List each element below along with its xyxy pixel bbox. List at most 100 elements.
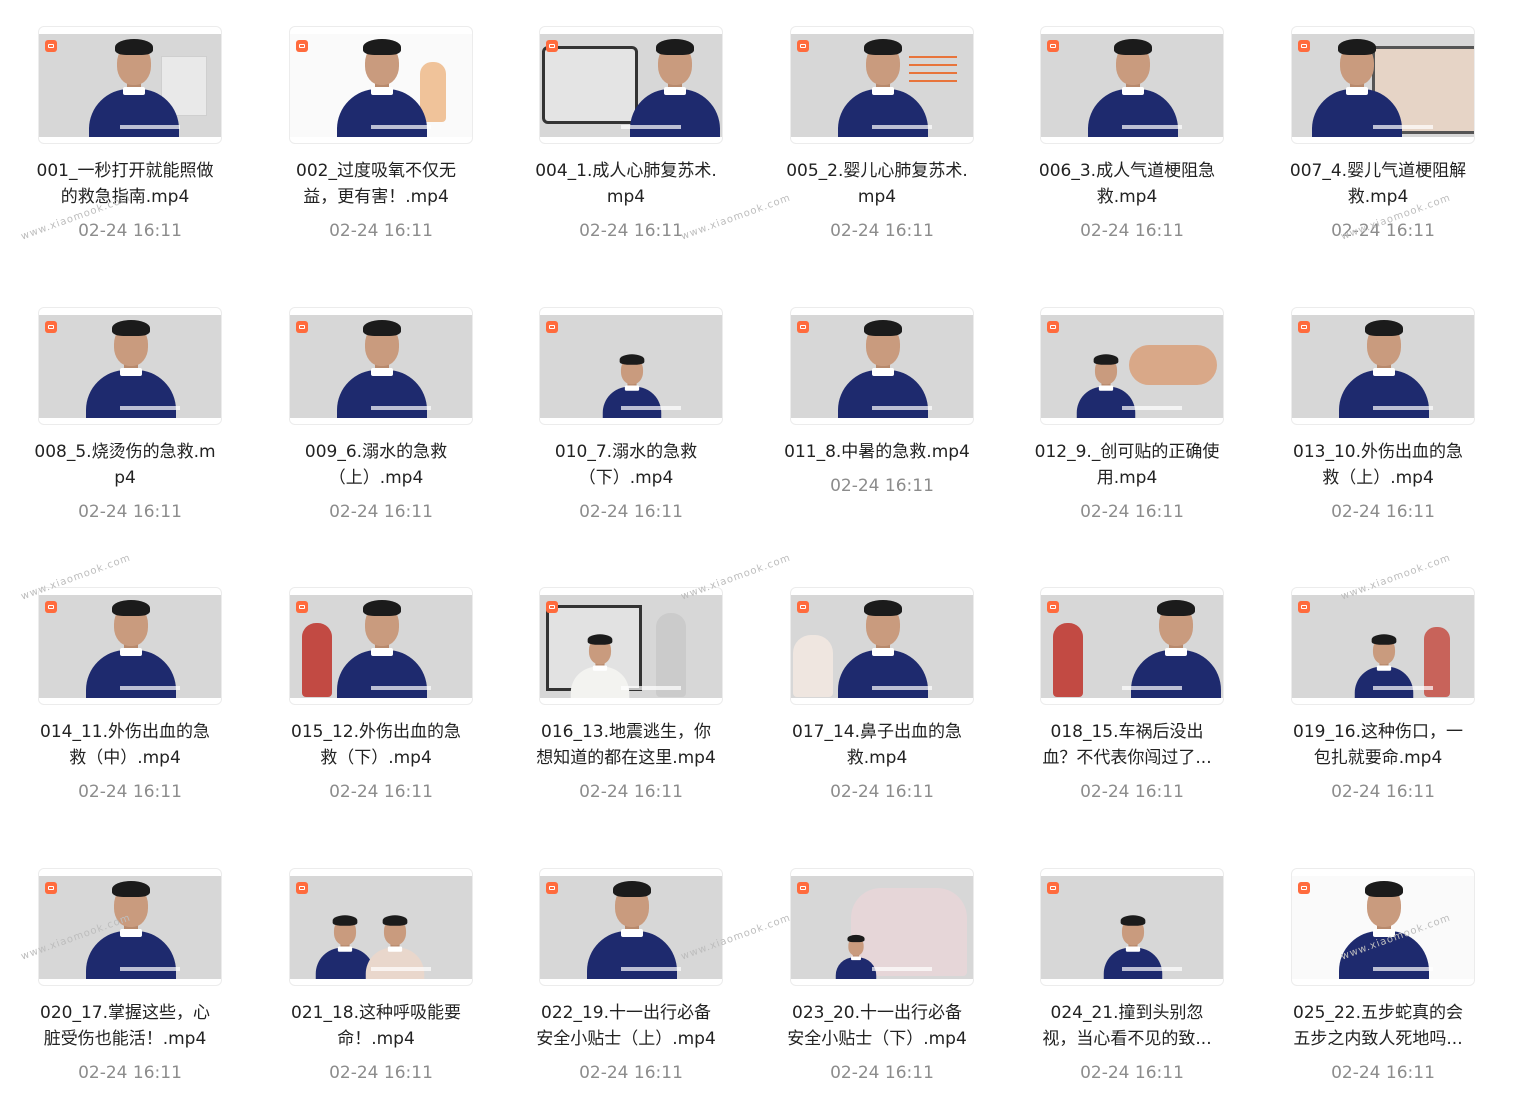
file-name[interactable]: 019_16.这种伤口，一 包扎就要命.mp4 xyxy=(1258,719,1498,771)
thumbnail-image xyxy=(791,315,973,418)
file-item[interactable]: 008_5.烧烫伤的急救.m p4 02-24 16:11 xyxy=(0,281,250,541)
subtitle-bar xyxy=(120,686,180,690)
video-file-icon xyxy=(296,321,308,333)
video-thumbnail[interactable] xyxy=(1291,868,1475,986)
file-date: 02-24 16:11 xyxy=(1080,1063,1184,1083)
thumbnail-image xyxy=(791,876,973,979)
thumbnail-image xyxy=(1041,595,1223,698)
subtitle-bar xyxy=(120,406,180,410)
file-name[interactable]: 009_6.溺水的急救 （上）.mp4 xyxy=(256,439,496,491)
video-thumbnail[interactable] xyxy=(539,307,723,425)
file-name[interactable]: 022_19.十一出行必备 安全小贴士（上）.mp4 xyxy=(506,1000,746,1052)
file-name[interactable]: 012_9._创可贴的正确使 用.mp4 xyxy=(1007,439,1247,491)
video-file-icon xyxy=(546,321,558,333)
file-item[interactable]: 009_6.溺水的急救 （上）.mp4 02-24 16:11 xyxy=(251,281,501,541)
video-thumbnail[interactable] xyxy=(289,307,473,425)
thumbnail-image xyxy=(791,595,973,698)
subtitle-bar xyxy=(1373,686,1433,690)
video-thumbnail[interactable] xyxy=(539,868,723,986)
video-file-icon xyxy=(1298,321,1310,333)
thumbnail-prop xyxy=(302,623,332,697)
file-item[interactable]: 019_16.这种伤口，一 包扎就要命.mp4 02-24 16:11 xyxy=(1253,561,1503,821)
subtitle-bar xyxy=(120,125,180,129)
file-name[interactable]: 024_21.撞到头别忽 视，当心看不见的致... xyxy=(1007,1000,1247,1052)
file-item[interactable]: 013_10.外伤出血的急 救（上）.mp4 02-24 16:11 xyxy=(1253,281,1503,541)
file-name[interactable]: 007_4.婴儿气道梗阻解 救.mp4 xyxy=(1258,158,1498,210)
video-thumbnail[interactable] xyxy=(790,587,974,705)
file-item[interactable]: 017_14.鼻子出血的急 救.mp4 02-24 16:11 xyxy=(752,561,1002,821)
video-thumbnail[interactable] xyxy=(38,587,222,705)
file-item[interactable]: 012_9._创可贴的正确使 用.mp4 02-24 16:11 xyxy=(1002,281,1252,541)
file-name[interactable]: 006_3.成人气道梗阻急 救.mp4 xyxy=(1007,158,1247,210)
file-name[interactable]: 004_1.成人心肺复苏术. mp4 xyxy=(506,158,746,210)
video-thumbnail[interactable] xyxy=(289,868,473,986)
file-name[interactable]: 014_11.外伤出血的急 救（中）.mp4 xyxy=(5,719,245,771)
video-thumbnail[interactable] xyxy=(38,868,222,986)
video-thumbnail[interactable] xyxy=(1291,307,1475,425)
file-item[interactable]: 014_11.外伤出血的急 救（中）.mp4 02-24 16:11 xyxy=(0,561,250,821)
video-thumbnail[interactable] xyxy=(1291,587,1475,705)
file-item[interactable]: 025_22.五步蛇真的会 五步之内致人死地吗... 02-24 16:11 xyxy=(1253,842,1503,1102)
video-thumbnail[interactable] xyxy=(539,587,723,705)
file-date: 02-24 16:11 xyxy=(579,1063,683,1083)
video-thumbnail[interactable] xyxy=(38,307,222,425)
file-date: 02-24 16:11 xyxy=(1331,1063,1435,1083)
video-thumbnail[interactable] xyxy=(289,26,473,144)
file-name[interactable]: 021_18.这种呼吸能要 命！.mp4 xyxy=(256,1000,496,1052)
file-name[interactable]: 005_2.婴儿心肺复苏术. mp4 xyxy=(757,158,997,210)
video-thumbnail[interactable] xyxy=(1040,26,1224,144)
thumbnail-prop xyxy=(793,635,833,697)
file-item[interactable]: 011_8.中暑的急救.mp4 02-24 16:11 xyxy=(752,281,1002,541)
video-file-icon xyxy=(797,882,809,894)
video-thumbnail[interactable] xyxy=(38,26,222,144)
video-thumbnail[interactable] xyxy=(1040,587,1224,705)
file-item[interactable]: 020_17.掌握这些，心 脏受伤也能活！.mp4 02-24 16:11 xyxy=(0,842,250,1102)
file-name[interactable]: 011_8.中暑的急救.mp4 xyxy=(757,439,997,465)
presenter-figure xyxy=(1339,318,1429,418)
subtitle-bar xyxy=(120,967,180,971)
file-date: 02-24 16:11 xyxy=(830,221,934,241)
file-item[interactable]: 016_13.地震逃生，你 想知道的都在这里.mp4 02-24 16:11 xyxy=(501,561,751,821)
file-name[interactable]: 010_7.溺水的急救 （下）.mp4 xyxy=(506,439,746,491)
file-name[interactable]: 020_17.掌握这些，心 脏受伤也能活！.mp4 xyxy=(5,1000,245,1052)
file-date: 02-24 16:11 xyxy=(329,502,433,522)
file-item[interactable]: 023_20.十一出行必备 安全小贴士（下）.mp4 02-24 16:11 xyxy=(752,842,1002,1102)
file-item[interactable]: 015_12.外伤出血的急 救（下）.mp4 02-24 16:11 xyxy=(251,561,501,821)
video-file-icon xyxy=(1047,882,1059,894)
file-item[interactable]: 021_18.这种呼吸能要 命！.mp4 02-24 16:11 xyxy=(251,842,501,1102)
video-thumbnail[interactable] xyxy=(1040,868,1224,986)
file-name[interactable]: 008_5.烧烫伤的急救.m p4 xyxy=(5,439,245,491)
presenter-figure xyxy=(337,37,427,137)
video-thumbnail[interactable] xyxy=(289,587,473,705)
video-thumbnail[interactable] xyxy=(1291,26,1475,144)
file-name[interactable]: 018_15.车祸后没出 血？不代表你闯过了... xyxy=(1007,719,1247,771)
file-date: 02-24 16:11 xyxy=(579,782,683,802)
file-name[interactable]: 016_13.地震逃生，你 想知道的都在这里.mp4 xyxy=(506,719,746,771)
file-date: 02-24 16:11 xyxy=(329,782,433,802)
file-item[interactable]: 010_7.溺水的急救 （下）.mp4 02-24 16:11 xyxy=(501,281,751,541)
file-date: 02-24 16:11 xyxy=(1331,502,1435,522)
thumbnail-image xyxy=(39,876,221,979)
subtitle-bar xyxy=(1122,967,1182,971)
file-item[interactable]: 018_15.车祸后没出 血？不代表你闯过了... 02-24 16:11 xyxy=(1002,561,1252,821)
file-name[interactable]: 025_22.五步蛇真的会 五步之内致人死地吗... xyxy=(1258,1000,1498,1052)
file-name[interactable]: 023_20.十一出行必备 安全小贴士（下）.mp4 xyxy=(757,1000,997,1052)
video-thumbnail[interactable] xyxy=(790,307,974,425)
video-thumbnail[interactable] xyxy=(539,26,723,144)
video-file-icon xyxy=(797,601,809,613)
file-name[interactable]: 002_过度吸氧不仅无 益，更有害！.mp4 xyxy=(256,158,496,210)
file-date: 02-24 16:11 xyxy=(579,502,683,522)
video-thumbnail[interactable] xyxy=(1040,307,1224,425)
file-name[interactable]: 015_12.外伤出血的急 救（下）.mp4 xyxy=(256,719,496,771)
file-name[interactable]: 013_10.外伤出血的急 救（上）.mp4 xyxy=(1258,439,1498,491)
file-item[interactable]: 005_2.婴儿心肺复苏术. mp4 02-24 16:11 xyxy=(752,0,1002,260)
video-file-icon xyxy=(296,882,308,894)
file-item[interactable]: 002_过度吸氧不仅无 益，更有害！.mp4 02-24 16:11 xyxy=(251,0,501,260)
file-name[interactable]: 017_14.鼻子出血的急 救.mp4 xyxy=(757,719,997,771)
file-item[interactable]: 024_21.撞到头别忽 视，当心看不见的致... 02-24 16:11 xyxy=(1002,842,1252,1102)
video-thumbnail[interactable] xyxy=(790,868,974,986)
file-item[interactable]: 001_一秒打开就能照做 的救急指南.mp4 02-24 16:11 xyxy=(0,0,250,260)
video-thumbnail[interactable] xyxy=(790,26,974,144)
file-item[interactable]: 006_3.成人气道梗阻急 救.mp4 02-24 16:11 xyxy=(1002,0,1252,260)
file-item[interactable]: 022_19.十一出行必备 安全小贴士（上）.mp4 02-24 16:11 xyxy=(501,842,751,1102)
